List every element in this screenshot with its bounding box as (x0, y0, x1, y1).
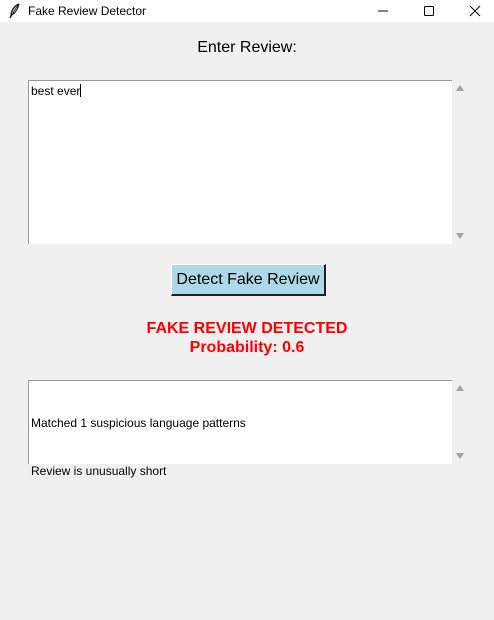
review-textarea[interactable]: best ever (28, 80, 452, 244)
text-caret (80, 84, 82, 97)
result-label: FAKE REVIEW DETECTED Probability: 0.6 (0, 319, 494, 357)
details-textarea[interactable]: Matched 1 suspicious language patterns R… (28, 380, 452, 478)
enter-review-label: Enter Review: (197, 39, 297, 56)
minimize-icon (378, 10, 388, 12)
review-text: best ever (31, 84, 81, 98)
details-scrollbar[interactable] (452, 380, 469, 464)
detect-fake-review-button[interactable]: Detect Fake Review (171, 264, 326, 296)
scroll-down-arrow-icon[interactable] (456, 453, 464, 459)
window-title: Fake Review Detector (28, 4, 147, 18)
scroll-up-arrow-icon[interactable] (456, 85, 464, 91)
minimize-button[interactable] (360, 0, 406, 22)
probability-text: Probability: 0.6 (189, 339, 305, 356)
feather-icon (8, 3, 22, 19)
scroll-up-arrow-icon[interactable] (456, 385, 464, 391)
detail-line: Review is unusually short (31, 464, 167, 478)
verdict-text: FAKE REVIEW DETECTED (146, 320, 348, 337)
detail-line: Matched 1 suspicious language patterns (31, 416, 246, 430)
maximize-button[interactable] (406, 0, 452, 22)
maximize-icon (424, 6, 434, 16)
close-button[interactable] (452, 0, 494, 22)
close-icon (469, 5, 481, 17)
title-bar: Fake Review Detector (0, 0, 494, 22)
scroll-down-arrow-icon[interactable] (456, 233, 464, 239)
app-window: Fake Review Detector Enter Review: best … (0, 0, 494, 620)
review-scrollbar[interactable] (452, 80, 469, 244)
